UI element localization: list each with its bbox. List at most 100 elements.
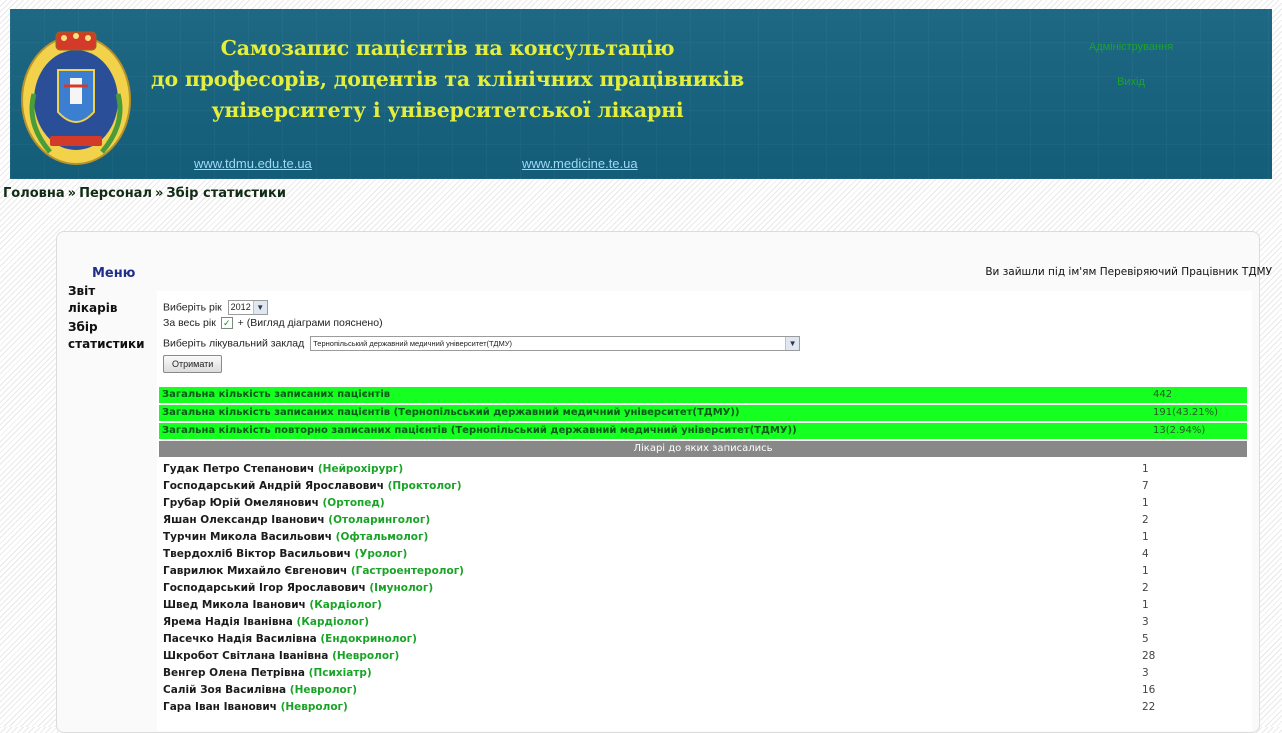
breadcrumb-personnel[interactable]: Персонал: [79, 186, 152, 201]
doctor-name: Венгер Олена Петрівна (Психіатр): [163, 665, 372, 682]
stat-row-total: Загальна кількість записаних пацієнтів 4…: [159, 387, 1247, 403]
doctor-full-name: Венгер Олена Петрівна: [163, 667, 305, 679]
doctor-specialty[interactable]: (Проктолог): [388, 480, 462, 492]
doctor-full-name: Швед Микола Іванович: [163, 599, 306, 611]
doctor-list: Гудак Петро Степанович (Нейрохірург) 1 Го…: [159, 461, 1247, 716]
doctor-specialty[interactable]: (Психіатр): [309, 667, 372, 679]
doctor-count: 1: [1142, 531, 1149, 543]
doctor-specialty[interactable]: (Кардіолог): [297, 616, 369, 628]
doctor-specialty[interactable]: (Імунолог): [369, 582, 433, 594]
site-title: Самозапис пацієнтів на консультацію до п…: [150, 33, 745, 126]
menu-title: Меню: [92, 266, 136, 281]
doctor-full-name: Гудак Петро Степанович: [163, 463, 315, 475]
doctor-row: Салій Зоя Василівна (Невролог) 16: [159, 682, 1247, 699]
doctor-specialty[interactable]: (Кардіолог): [309, 599, 381, 611]
doctor-full-name: Салій Зоя Василівна: [163, 684, 287, 696]
doctor-row: Венгер Олена Петрівна (Психіатр) 3: [159, 665, 1247, 682]
doctor-count: 4: [1142, 548, 1149, 560]
breadcrumb-current: Збір статистики: [166, 186, 286, 201]
doctor-row: Турчин Микола Васильович (Офтальмолог) 1: [159, 529, 1247, 546]
doctor-name: Яшан Олександр Іванович (Отоларинголог): [163, 512, 430, 529]
breadcrumb-separator: »: [154, 186, 164, 201]
year-select-value: 2012: [230, 302, 251, 312]
doctor-name: Господарський Андрій Ярославович (Прокто…: [163, 478, 462, 495]
doctor-count: 2: [1142, 514, 1149, 526]
breadcrumb-separator: »: [67, 186, 77, 201]
doctor-specialty[interactable]: (Гастроентеролог): [351, 565, 464, 577]
tdmu-website-link[interactable]: www.tdmu.edu.te.ua: [194, 156, 312, 171]
doctor-count: 16: [1142, 684, 1156, 696]
institution-select[interactable]: Тернопільський державний медичний універ…: [310, 336, 801, 351]
stat-label: Загальна кількість записаних пацієнтів: [162, 389, 391, 400]
doctor-row: Гара Іван Іванович (Невролог) 22: [159, 699, 1247, 716]
year-select[interactable]: 2012 ▼: [227, 300, 268, 315]
doctor-row: Господарський Андрій Ярославович (Прокто…: [159, 478, 1247, 495]
doctor-specialty[interactable]: (Ортопед): [323, 497, 385, 509]
doctor-specialty[interactable]: (Отоларинголог): [328, 514, 430, 526]
university-crest-logo[interactable]: [20, 24, 132, 166]
breadcrumb: Головна» Персонал» Збір статистики: [3, 186, 286, 201]
doctor-specialty[interactable]: (Невролог): [332, 650, 399, 662]
all-year-note: + (Вигляд діаграми пояснено): [237, 317, 383, 329]
doctor-row: Грубар Юрій Омелянович (Ортопед) 1: [159, 495, 1247, 512]
menu-item-statistics[interactable]: Збір статистики: [68, 319, 145, 353]
doctor-name: Грубар Юрій Омелянович (Ортопед): [163, 495, 385, 512]
breadcrumb-home[interactable]: Головна: [3, 186, 65, 201]
site-title-line-3: університету і університетської лікарні: [211, 98, 684, 122]
doctor-row: Твердохліб Віктор Васильович (Уролог) 4: [159, 546, 1247, 563]
doctor-specialty[interactable]: (Невролог): [281, 701, 348, 713]
doctor-full-name: Гара Іван Іванович: [163, 701, 277, 713]
institution-row: Виберіть лікувальний заклад Тернопільськ…: [163, 336, 801, 351]
doctor-row: Швед Микола Іванович (Кардіолог) 1: [159, 597, 1247, 614]
doctor-name: Гудак Петро Степанович (Нейрохірург): [163, 461, 403, 478]
doctor-count: 28: [1142, 650, 1156, 662]
doctor-full-name: Гаврилюк Михайло Євгенович: [163, 565, 348, 577]
doctor-specialty[interactable]: (Нейрохірург): [318, 463, 403, 475]
menu-item-doctors-report[interactable]: Звіт лікарів: [68, 283, 138, 317]
doctor-name: Ярема Надія Іванівна (Кардіолог): [163, 614, 369, 631]
stat-row-institution: Загальна кількість записаних пацієнтів (…: [159, 405, 1247, 421]
year-label: Виберіть рік: [163, 301, 222, 314]
stat-row-repeat: Загальна кількість повторно записаних па…: [159, 423, 1247, 439]
all-year-checkbox[interactable]: ✓: [220, 317, 233, 330]
doctor-name: Гара Іван Іванович (Невролог): [163, 699, 348, 716]
doctor-row: Гудак Петро Степанович (Нейрохірург) 1: [159, 461, 1247, 478]
doctor-full-name: Грубар Юрій Омелянович: [163, 497, 319, 509]
doctor-full-name: Ярема Надія Іванівна: [163, 616, 293, 628]
doctor-count: 22: [1142, 701, 1156, 713]
get-stats-button[interactable]: Отримати: [163, 355, 223, 373]
doctor-name: Шкробот Світлана Іванівна (Невролог): [163, 648, 399, 665]
admin-link[interactable]: Адміністрування: [1056, 41, 1206, 53]
year-row: Виберіть рік 2012 ▼: [163, 300, 268, 315]
doctor-row: Шкробот Світлана Іванівна (Невролог) 28: [159, 648, 1247, 665]
doctor-count: 7: [1142, 480, 1149, 492]
doctor-name: Гаврилюк Михайло Євгенович (Гастроентеро…: [163, 563, 464, 580]
doctor-specialty[interactable]: (Ендокринолог): [320, 633, 417, 645]
doctor-row: Господарський Ігор Ярославович (Імунолог…: [159, 580, 1247, 597]
site-title-line-1: Самозапис пацієнтів на консультацію: [220, 36, 675, 60]
doctor-row: Гаврилюк Михайло Євгенович (Гастроентеро…: [159, 563, 1247, 580]
doctor-name: Турчин Микола Васильович (Офтальмолог): [163, 529, 428, 546]
stat-value: 13(2.94%): [1153, 425, 1206, 436]
stat-value: 191(43.21%): [1153, 407, 1219, 418]
doctor-name: Пасечко Надія Василівна (Ендокринолог): [163, 631, 417, 648]
doctor-row: Пасечко Надія Василівна (Ендокринолог) 5: [159, 631, 1247, 648]
site-header: Самозапис пацієнтів на консультацію до п…: [10, 9, 1272, 179]
doctor-count: 5: [1142, 633, 1149, 645]
doctors-header: Лікарі до яких записались: [159, 441, 1247, 457]
logged-in-user: Ви зайшли під ім'ям Перевіряючий Працівн…: [985, 266, 1272, 278]
doctor-full-name: Господарський Андрій Ярославович: [163, 480, 384, 492]
doctor-count: 3: [1142, 616, 1149, 628]
doctor-count: 1: [1142, 565, 1149, 577]
doctor-specialty[interactable]: (Невролог): [290, 684, 357, 696]
doctor-full-name: Яшан Олександр Іванович: [163, 514, 325, 526]
medicine-website-link[interactable]: www.medicine.te.ua: [522, 156, 638, 171]
doctor-full-name: Турчин Микола Васильович: [163, 531, 332, 543]
doctor-specialty[interactable]: (Офтальмолог): [336, 531, 429, 543]
doctor-specialty[interactable]: (Уролог): [354, 548, 407, 560]
institution-label: Виберіть лікувальний заклад: [163, 337, 305, 350]
doctor-row: Ярема Надія Іванівна (Кардіолог) 3: [159, 614, 1247, 631]
stat-label: Загальна кількість повторно записаних па…: [162, 425, 797, 436]
stat-value: 442: [1153, 389, 1173, 400]
exit-link[interactable]: Вихід: [1056, 76, 1206, 88]
